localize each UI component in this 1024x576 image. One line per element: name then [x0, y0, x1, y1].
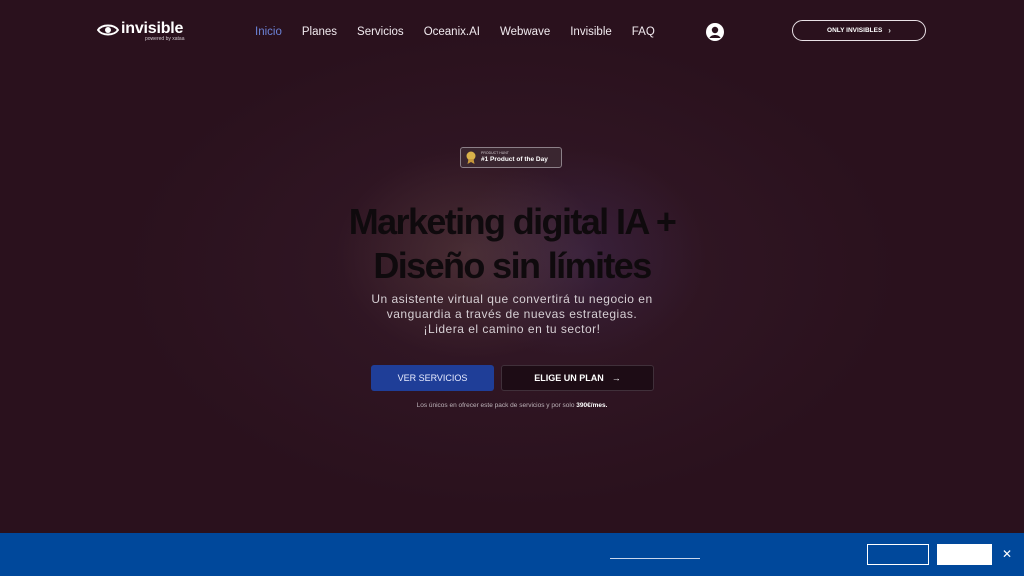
brand-tagline: powered by xataa: [145, 36, 185, 42]
brand-logo[interactable]: invisible powered by xataa: [97, 20, 197, 44]
badge-line1: PRODUCT HUNT: [481, 151, 509, 155]
nav-item-faq[interactable]: FAQ: [632, 26, 655, 38]
cookie-settings-button[interactable]: [867, 544, 929, 565]
pricing-note-price: 390€/mes.: [576, 402, 608, 409]
cookie-bar: ✕: [0, 533, 1024, 576]
hero-title-line1: Marketing digital IA +: [348, 201, 677, 242]
nav-item-webwave[interactable]: Webwave: [500, 26, 550, 38]
hero-title-line2: Diseño sin límites: [373, 245, 652, 286]
main-nav: Inicio Planes Servicios Oceanix.AI Webwa…: [255, 26, 655, 38]
badge-text: PRODUCT HUNT #1 Product of the Day: [481, 151, 548, 163]
hero-subtitle-line3: ¡Lidera el camino en tu sector!: [423, 322, 601, 336]
hero-subtitle-line2: vanguardia a través de nuevas estrategia…: [386, 307, 638, 321]
nav-item-planes[interactable]: Planes: [302, 26, 337, 38]
medal-icon: [466, 151, 476, 164]
ver-servicios-button[interactable]: VER SERVICIOS: [371, 365, 494, 391]
chevron-right-icon: ›: [888, 26, 891, 35]
elige-un-plan-label: ELIGE UN PLAN: [534, 373, 604, 383]
only-invisibles-button[interactable]: ONLY INVISIBLES ›: [792, 20, 926, 41]
hero-title: Marketing digital IA + Diseño sin límite…: [312, 200, 712, 288]
page-background: invisible powered by xataa Inicio Planes…: [0, 0, 1024, 533]
pricing-note-text: Los únicos en ofrecer este pack de servi…: [416, 402, 575, 409]
pricing-note: Los únicos en ofrecer este pack de servi…: [362, 402, 662, 409]
nav-item-oceanix[interactable]: Oceanix.AI: [424, 26, 480, 38]
cookie-accept-button[interactable]: [937, 544, 992, 565]
cookie-link-underline[interactable]: [610, 558, 700, 559]
hero-subtitle-line1: Un asistente virtual que convertirá tu n…: [371, 292, 653, 306]
close-icon[interactable]: ✕: [1002, 548, 1012, 560]
elige-un-plan-button[interactable]: ELIGE UN PLAN →: [501, 365, 654, 391]
badge-line2: #1 Product of the Day: [481, 155, 548, 163]
nav-item-servicios[interactable]: Servicios: [357, 26, 404, 38]
account-icon[interactable]: [706, 23, 724, 41]
hero-subtitle: Un asistente virtual que convertirá tu n…: [362, 292, 662, 337]
arrow-right-icon: →: [611, 373, 621, 383]
nav-item-inicio[interactable]: Inicio: [255, 26, 282, 38]
product-hunt-badge[interactable]: PRODUCT HUNT #1 Product of the Day: [460, 147, 562, 168]
only-invisibles-label: ONLY INVISIBLES: [827, 27, 883, 34]
eye-icon: [97, 24, 119, 36]
nav-item-invisible[interactable]: Invisible: [570, 26, 612, 38]
